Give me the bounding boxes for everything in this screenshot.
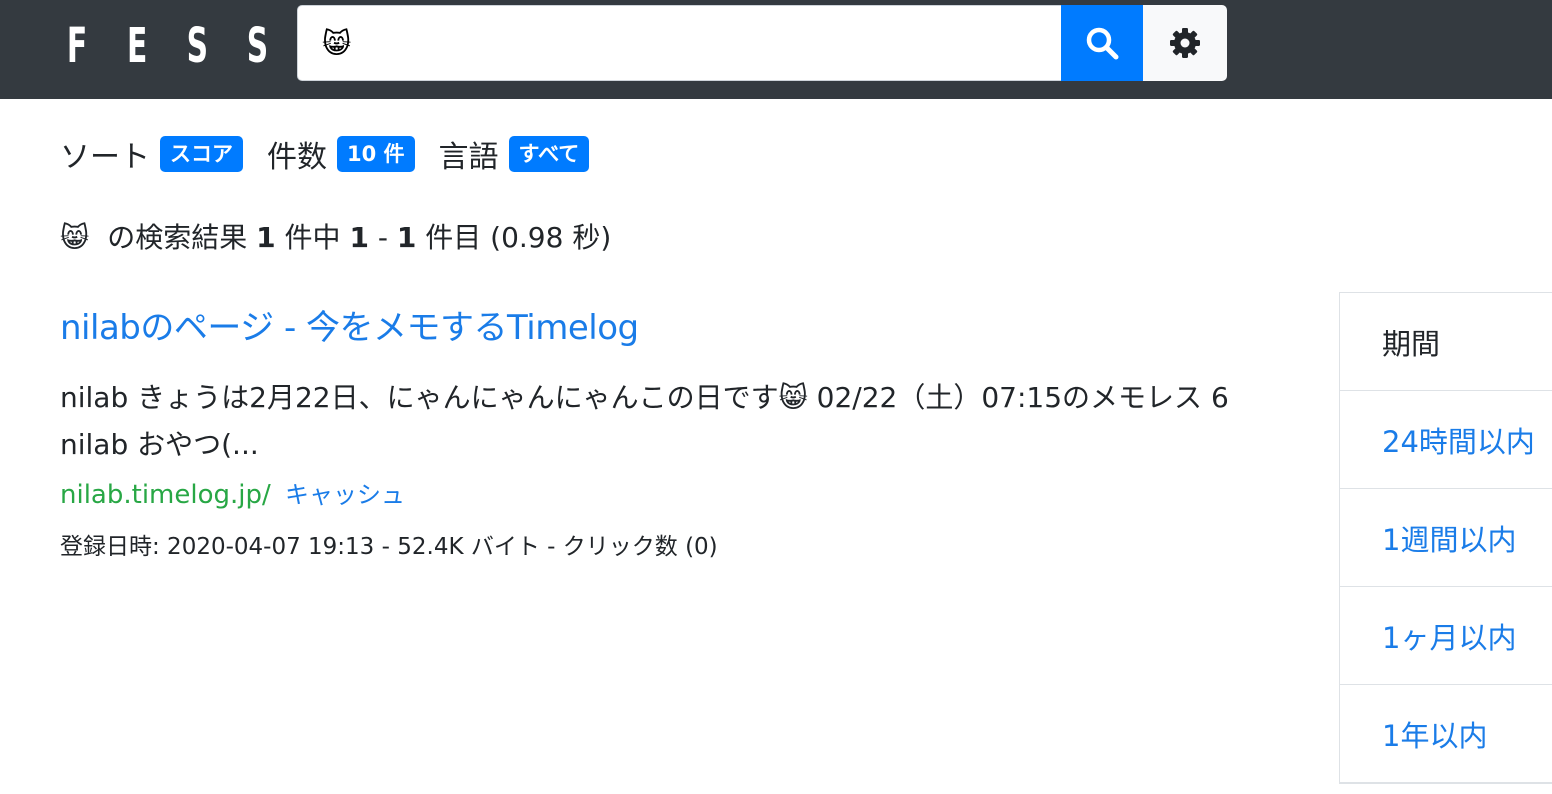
period-facet: 期間 24時間以内 1週間以内 1ヶ月以内 1年以内 — [1339, 292, 1552, 784]
range-dash: - — [377, 221, 388, 254]
search-button[interactable] — [1061, 5, 1143, 81]
top-navbar: F E S S — [0, 0, 1552, 99]
language-label: 言語 — [438, 140, 499, 175]
language-option[interactable]: 言語 すべて — [439, 132, 590, 176]
result-url[interactable]: nilab.timelog.jp/ — [60, 480, 271, 510]
range-start: 1 — [349, 221, 369, 254]
facet-item-1month[interactable]: 1ヶ月以内 — [1340, 587, 1552, 685]
summary-text: の検索結果 — [107, 221, 248, 254]
fess-logo[interactable]: F E S S — [56, 18, 279, 74]
logo-letter: S — [186, 18, 209, 74]
count-label: 件数 — [267, 140, 327, 175]
settings-button[interactable] — [1143, 5, 1227, 81]
count-badge[interactable]: 10 件 — [337, 136, 415, 172]
cache-link[interactable]: キャッシュ — [285, 481, 405, 509]
result-summary: 😸 の検索結果 1 件中 1 - 1 件目 (0.98 秒) — [60, 216, 611, 256]
search-icon — [1086, 27, 1119, 60]
search-options: ソート スコア 件数 10 件 言語 すべて — [60, 132, 613, 176]
sort-badge[interactable]: スコア — [160, 136, 243, 172]
count-option[interactable]: 件数 10 件 — [267, 132, 415, 176]
facet-header: 期間 — [1340, 293, 1552, 391]
logo-letter: S — [246, 18, 269, 74]
result-snippet: nilab きょうは2月22日、にゃんにゃんにゃんこの日です😸 02/22（土）… — [60, 381, 1229, 461]
facet-item-24h[interactable]: 24時間以内 — [1340, 391, 1552, 489]
gear-icon — [1170, 28, 1200, 58]
logo-letter: E — [127, 18, 148, 74]
result-meta: 登録日時: 2020-04-07 19:13 - 52.4K バイト - クリッ… — [60, 534, 718, 560]
facet-item-1week[interactable]: 1週間以内 — [1340, 489, 1552, 587]
total-count: 1 — [256, 221, 276, 254]
language-badge[interactable]: すべて — [508, 136, 590, 172]
summary-text: 件目 — [425, 221, 482, 254]
summary-text: 件中 — [284, 221, 341, 254]
result-url-line: nilab.timelog.jp/ キャッシュ — [60, 475, 405, 510]
query-text: 😸 — [60, 221, 90, 254]
facet-item-1year[interactable]: 1年以内 — [1340, 685, 1552, 783]
search-time: (0.98 秒) — [490, 221, 612, 254]
result-title-link[interactable]: nilabのページ - 今をメモするTimelog — [60, 300, 639, 349]
sort-option[interactable]: ソート スコア — [60, 132, 243, 176]
search-input[interactable] — [297, 5, 1061, 81]
sort-label: ソート — [60, 140, 150, 175]
range-end: 1 — [396, 221, 417, 254]
logo-letter: F — [66, 18, 88, 74]
